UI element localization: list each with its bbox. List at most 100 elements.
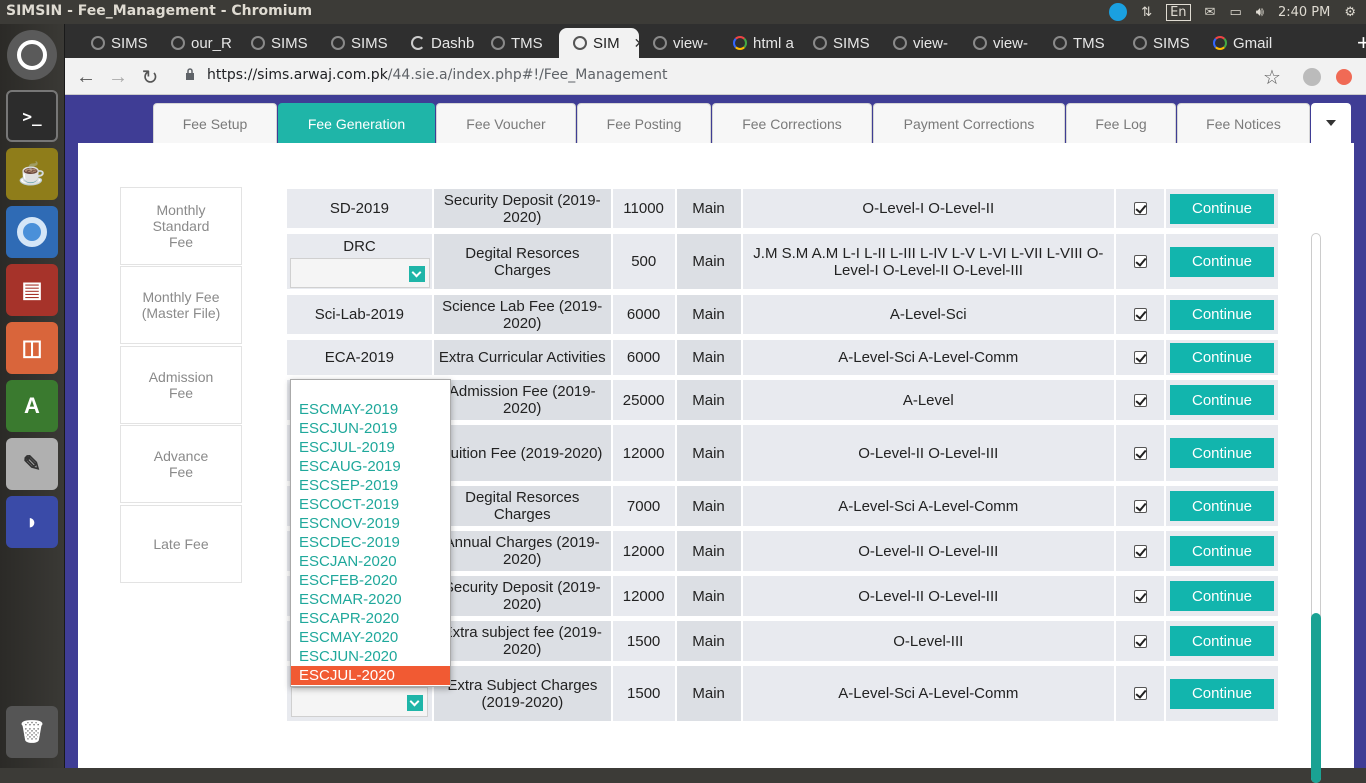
continue-button[interactable]: Continue xyxy=(1170,626,1275,656)
browser-tab[interactable]: SIMS xyxy=(799,28,877,58)
voucher-select[interactable] xyxy=(289,258,430,288)
browser-tab[interactable]: TMS xyxy=(477,28,555,58)
browser-tab-active[interactable]: SIM✕ xyxy=(559,28,639,58)
continue-button[interactable]: Continue xyxy=(1170,246,1274,277)
dropdown-option[interactable]: ESCOCT-2019 xyxy=(291,495,450,514)
dropdown-option[interactable]: ESCMAY-2020 xyxy=(291,628,450,647)
row-checkbox[interactable] xyxy=(1133,255,1147,268)
mail-icon[interactable]: ✉ xyxy=(1205,5,1216,20)
dropdown-option[interactable]: ESCDEC-2019 xyxy=(291,533,450,552)
row-checkbox[interactable] xyxy=(1133,544,1147,558)
row-checkbox[interactable] xyxy=(1133,393,1147,407)
fee-amount: 1500 xyxy=(612,621,675,661)
dropdown-option[interactable]: ESCMAY-2019 xyxy=(291,400,450,419)
bookmark-star-icon[interactable]: ☆ xyxy=(1259,64,1285,90)
continue-button[interactable]: Continue xyxy=(1170,536,1275,566)
dropdown-option[interactable]: ESCSEP-2019 xyxy=(291,476,450,495)
dropdown-option[interactable]: ESCJUN-2019 xyxy=(291,419,450,438)
dropdown-option[interactable]: ESCJUL-2019 xyxy=(291,438,450,457)
dropdown-option[interactable]: ESCJAN-2020 xyxy=(291,552,450,571)
ubuntu-logo-icon[interactable] xyxy=(7,30,57,80)
text-editor-icon[interactable]: ✎ xyxy=(6,438,58,490)
gear-icon[interactable]: ⚙ xyxy=(1344,5,1356,20)
tab-fee-generation[interactable]: Fee Generation xyxy=(278,103,435,143)
dolphin-app-icon[interactable]: ◗ xyxy=(6,496,58,548)
dropdown-option[interactable]: ESCMAR-2020 xyxy=(291,590,450,609)
row-checkbox-cell xyxy=(1116,576,1165,616)
side-menu-monthly-fee-master[interactable]: Monthly Fee (Master File) xyxy=(120,266,242,344)
row-checkbox[interactable] xyxy=(1133,308,1147,321)
browser-tab[interactable]: TMS xyxy=(1039,28,1117,58)
dropdown-option[interactable]: ESCNOV-2019 xyxy=(291,514,450,533)
archive-manager-icon[interactable]: ◫ xyxy=(6,322,58,374)
skype-icon[interactable] xyxy=(1109,3,1128,21)
keyboard-layout-indicator[interactable]: En xyxy=(1166,3,1191,21)
row-checkbox[interactable] xyxy=(1133,634,1147,648)
row-checkbox-cell xyxy=(1116,340,1165,375)
continue-button[interactable]: Continue xyxy=(1170,342,1275,373)
browser-tab[interactable]: SIMS xyxy=(317,28,395,58)
side-menu-late-fee[interactable]: Late Fee xyxy=(120,505,242,583)
teapot-icon[interactable]: ☕ xyxy=(6,148,58,200)
continue-button[interactable]: Continue xyxy=(1170,438,1275,468)
software-updater-icon[interactable]: A xyxy=(6,380,58,432)
battery-icon[interactable]: ▭ xyxy=(1229,5,1241,20)
browser-tab[interactable]: SIMS xyxy=(1119,28,1197,58)
continue-button[interactable]: Continue xyxy=(1170,385,1275,415)
browser-tab[interactable]: our_R xyxy=(157,28,235,58)
fee-type: Main xyxy=(676,666,741,721)
row-checkbox[interactable] xyxy=(1133,202,1147,215)
dropdown-option[interactable]: ESCAPR-2020 xyxy=(291,609,450,628)
row-checkbox[interactable] xyxy=(1133,351,1147,364)
browser-tab[interactable]: SIMS xyxy=(237,28,315,58)
row-checkbox[interactable] xyxy=(1133,499,1147,513)
browser-tab[interactable]: view- xyxy=(959,28,1037,58)
dropdown-option[interactable]: ESCJUN-2020 xyxy=(291,647,450,666)
scrollbar-thumb[interactable] xyxy=(1311,613,1321,783)
reload-button[interactable]: ↻ xyxy=(137,64,163,90)
network-arrows-icon[interactable]: ⇅ xyxy=(1141,5,1152,20)
continue-button[interactable]: Continue xyxy=(1170,678,1274,709)
continue-button[interactable]: Continue xyxy=(1170,299,1275,330)
browser-tab[interactable]: html a xyxy=(719,28,797,58)
voucher-select[interactable] xyxy=(291,687,428,717)
row-checkbox[interactable] xyxy=(1133,589,1147,603)
browser-tab[interactable]: Gmail xyxy=(1199,28,1277,58)
tab-fee-corrections[interactable]: Fee Corrections xyxy=(712,103,872,143)
chromium-icon[interactable] xyxy=(6,206,58,258)
row-checkbox[interactable] xyxy=(1133,446,1147,460)
terminal-icon[interactable]: >_ xyxy=(6,90,58,142)
new-tab-button[interactable]: + xyxy=(1357,30,1366,56)
continue-button[interactable]: Continue xyxy=(1170,581,1275,611)
side-menu-monthly-standard-fee[interactable]: Monthly Standard Fee xyxy=(120,187,242,265)
tab-fee-notices[interactable]: Fee Notices xyxy=(1177,103,1310,143)
file-manager-icon[interactable]: ▤ xyxy=(6,264,58,316)
tab-payment-corrections[interactable]: Payment Corrections xyxy=(873,103,1065,143)
address-bar[interactable]: https://sims.arwaj.com.pk/44.sie.a/index… xyxy=(207,67,668,83)
side-menu-admission-fee[interactable]: Admission Fee xyxy=(120,346,242,424)
volume-icon[interactable]: 🔊︎ xyxy=(1256,5,1264,20)
dropdown-option[interactable]: ESCAUG-2019 xyxy=(291,457,450,476)
dropdown-option[interactable]: ESCFEB-2020 xyxy=(291,571,450,590)
browser-menu-icon[interactable] xyxy=(1331,64,1357,90)
continue-button[interactable]: Continue xyxy=(1170,193,1275,224)
browser-tab[interactable]: SIMS xyxy=(77,28,155,58)
tab-fee-log[interactable]: Fee Log xyxy=(1066,103,1176,143)
more-tabs-dropdown[interactable] xyxy=(1311,103,1351,143)
browser-tab[interactable]: view- xyxy=(879,28,957,58)
forward-button[interactable]: → xyxy=(105,64,131,90)
profile-avatar-icon[interactable] xyxy=(1299,64,1325,90)
tab-fee-setup[interactable]: Fee Setup xyxy=(153,103,277,143)
browser-tab[interactable]: view- xyxy=(639,28,717,58)
side-menu-advance-fee[interactable]: Advance Fee xyxy=(120,425,242,503)
tab-fee-voucher[interactable]: Fee Voucher xyxy=(436,103,576,143)
trash-icon[interactable]: 🗑︎ xyxy=(6,706,58,758)
continue-button[interactable]: Continue xyxy=(1170,491,1275,521)
clock[interactable]: 2:40 PM xyxy=(1278,5,1330,20)
row-checkbox[interactable] xyxy=(1133,687,1147,700)
action-cell: Continue xyxy=(1166,425,1279,481)
browser-tab[interactable]: Dashb xyxy=(397,28,475,58)
dropdown-option-selected[interactable]: ESCJUL-2020 xyxy=(291,666,450,685)
back-button[interactable]: ← xyxy=(73,64,99,90)
tab-fee-posting[interactable]: Fee Posting xyxy=(577,103,711,143)
